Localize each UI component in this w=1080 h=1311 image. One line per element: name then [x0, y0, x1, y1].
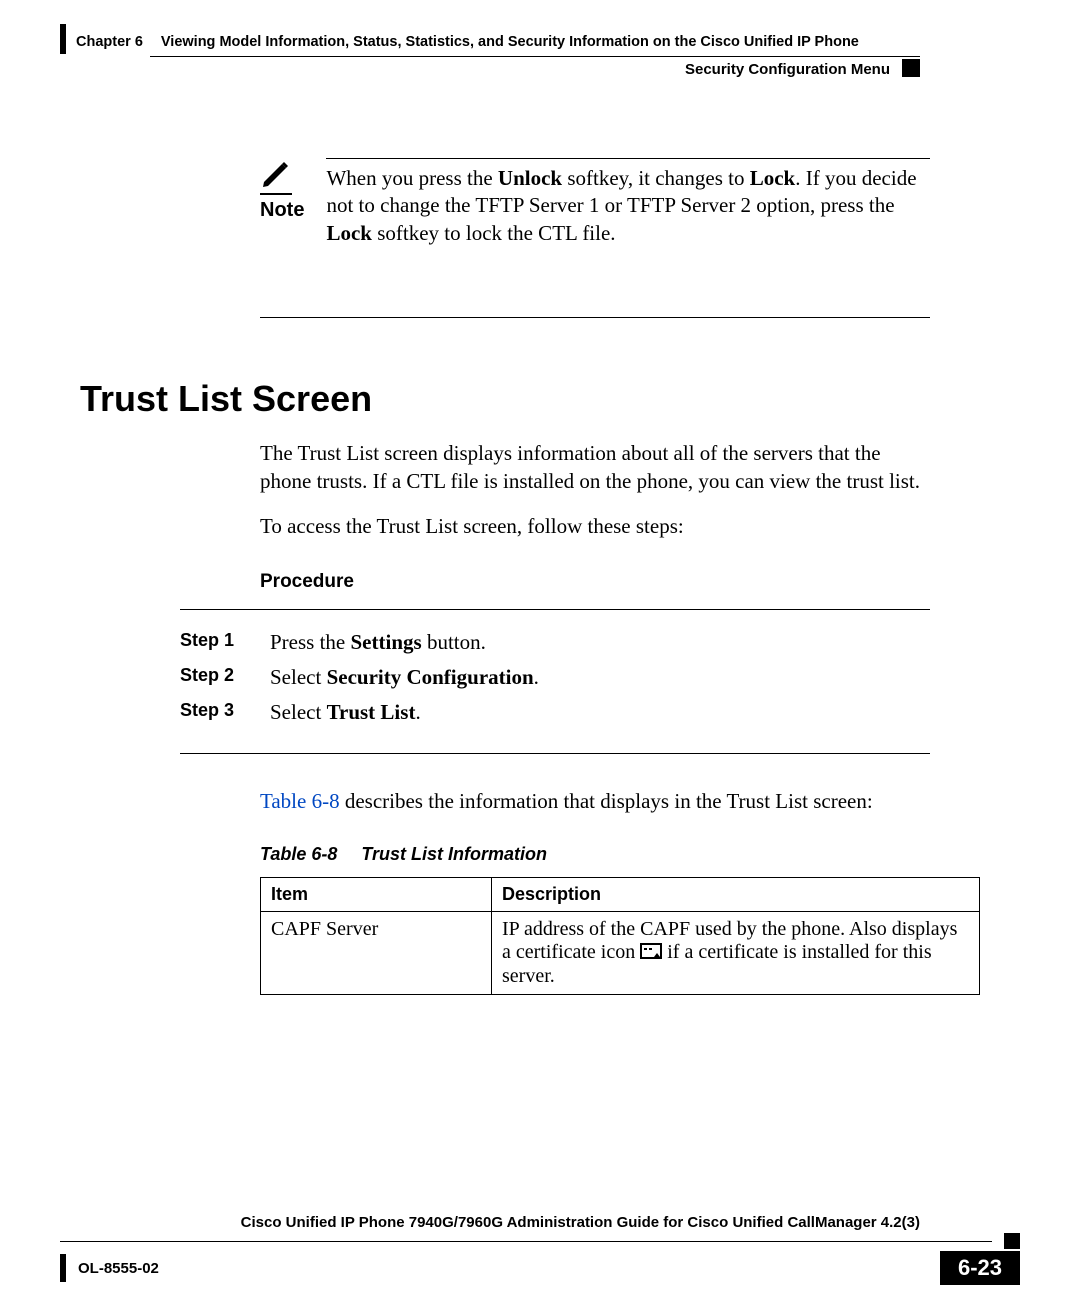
chapter-label: Chapter 6 [76, 34, 143, 50]
table-row: CAPF Server IP address of the CAPF used … [261, 911, 980, 994]
header-section-name: Security Configuration Menu [685, 61, 890, 78]
note-text: When you press the Unlock softkey, it ch… [326, 158, 930, 247]
step-label: Step 1 [180, 630, 240, 655]
footer-square-mark [1004, 1233, 1020, 1249]
step-row: Step 1 Press the Settings button. [180, 630, 930, 655]
step-text: Press the Settings button. [270, 630, 930, 655]
section-heading: Trust List Screen [80, 378, 990, 420]
page-edge-mark-left [60, 24, 66, 54]
procedure-rule-bottom [180, 753, 930, 754]
note-label: Note [260, 199, 304, 222]
table-header-description: Description [492, 877, 980, 911]
table-crossref-link[interactable]: Table 6-8 [260, 789, 340, 813]
step-row: Step 3 Select Trust List. [180, 700, 930, 725]
step-label: Step 3 [180, 700, 240, 725]
table-cell-item: CAPF Server [261, 911, 492, 994]
table-header-item: Item [261, 877, 492, 911]
footer-edge-mark [60, 1254, 66, 1282]
pencil-icon [260, 177, 292, 194]
page-footer: Cisco Unified IP Phone 7940G/7960G Admin… [60, 1214, 1020, 1285]
note-bottom-rule [260, 317, 930, 318]
step-text: Select Security Configuration. [270, 665, 930, 690]
procedure-rule-top [180, 609, 930, 610]
page-number-badge: 6-23 [940, 1251, 1020, 1285]
table-caption-title: Trust List Information [361, 844, 547, 865]
note-block: Note When you press the Unlock softkey, … [260, 158, 930, 247]
running-header: Chapter 6 Viewing Model Information, Sta… [76, 34, 859, 50]
step-row: Step 2 Select Security Configuration. [180, 665, 930, 690]
body-paragraph: To access the Trust List screen, follow … [260, 513, 930, 541]
table-caption-number: Table 6-8 [260, 844, 337, 865]
page-corner-mark [902, 59, 920, 77]
procedure-label: Procedure [260, 571, 990, 593]
step-text: Select Trust List. [270, 700, 930, 725]
body-paragraph: The Trust List screen displays informati… [260, 440, 930, 495]
table-intro-paragraph: Table 6-8 describes the information that… [260, 788, 930, 816]
procedure-steps: Step 1 Press the Settings button. Step 2… [180, 630, 930, 725]
chapter-title: Viewing Model Information, Status, Stati… [161, 34, 859, 50]
footer-doc-id: OL-8555-02 [78, 1260, 159, 1277]
trust-list-table: Item Description CAPF Server IP address … [260, 877, 980, 995]
certificate-icon [640, 942, 662, 965]
step-label: Step 2 [180, 665, 240, 690]
table-cell-description: IP address of the CAPF used by the phone… [492, 911, 980, 994]
footer-guide-title: Cisco Unified IP Phone 7940G/7960G Admin… [60, 1214, 920, 1231]
table-caption: Table 6-8 Trust List Information [260, 844, 990, 865]
